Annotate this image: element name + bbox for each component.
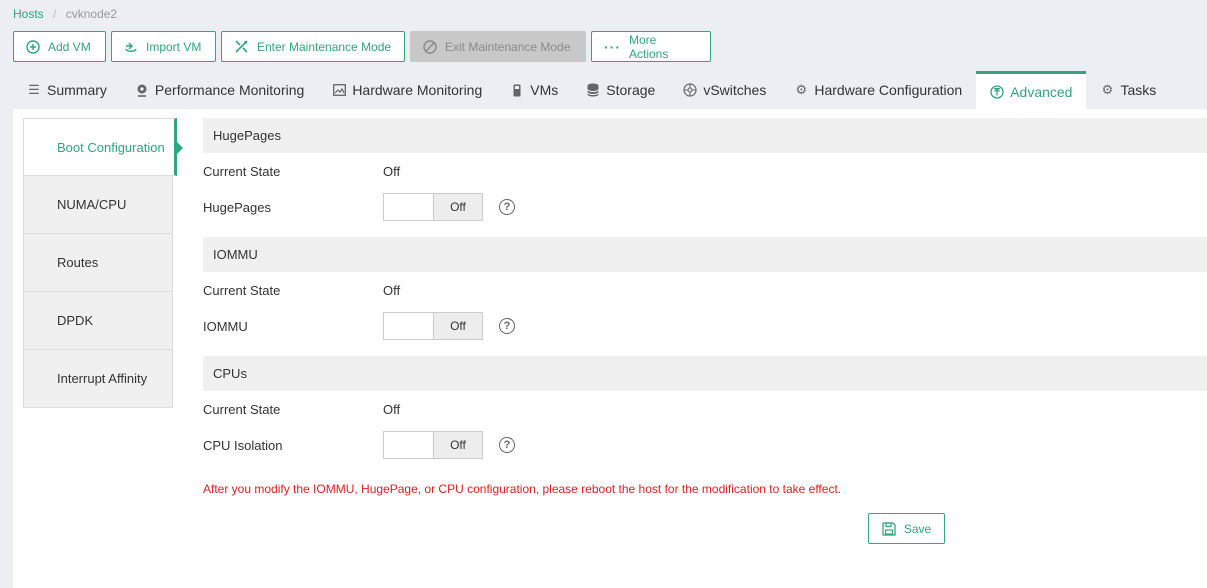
tab-tasks-label: Tasks <box>1120 82 1157 98</box>
reboot-warning-message: After you modify the IOMMU, HugePage, or… <box>203 482 842 496</box>
help-icon[interactable]: ? <box>499 318 515 334</box>
tab-hardware-monitoring[interactable]: Hardware Monitoring <box>318 71 496 109</box>
breadcrumb-hosts-link[interactable]: Hosts <box>13 7 44 21</box>
toolbar: Add VM Import VM Enter Maintenance Mode … <box>13 31 711 62</box>
tab-performance-monitoring[interactable]: Performance Monitoring <box>121 71 318 109</box>
iommu-current-state-row: Current State Off <box>203 272 1207 308</box>
sidenav-boot-configuration[interactable]: Boot Configuration <box>23 118 183 176</box>
plus-circle-icon <box>26 39 40 54</box>
exit-maintenance-label: Exit Maintenance Mode <box>445 39 571 54</box>
save-icon <box>882 521 896 536</box>
sidenav-numa-cpu[interactable]: NUMA/CPU <box>23 176 173 234</box>
sidenav-routes[interactable]: Routes <box>23 234 173 292</box>
tab-vswitches[interactable]: vSwitches <box>669 71 780 109</box>
hugepages-current-state-row: Current State Off <box>203 153 1207 189</box>
iommu-toggle-row: IOMMU Off ? <box>203 308 1207 344</box>
toggle-off-label: Off <box>432 432 482 458</box>
toggle-off-label: Off <box>432 313 482 339</box>
tab-summary[interactable]: ☰ Summary <box>13 71 121 109</box>
ban-icon <box>423 39 437 54</box>
hugepages-toggle[interactable]: Off <box>383 193 483 221</box>
add-vm-label: Add VM <box>48 39 91 54</box>
ellipsis-icon: ··· <box>604 38 621 55</box>
tab-hardware-configuration[interactable]: ⚙ Hardware Configuration <box>780 71 976 109</box>
enter-maintenance-label: Enter Maintenance Mode <box>257 39 392 54</box>
help-icon[interactable]: ? <box>499 437 515 453</box>
exit-maintenance-mode-button[interactable]: Exit Maintenance Mode <box>410 31 586 62</box>
cog-icon: ⚙ <box>1101 82 1114 97</box>
breadcrumb-separator: / <box>53 7 57 21</box>
more-actions-button[interactable]: ··· More Actions <box>591 31 711 62</box>
cpus-current-state-value: Off <box>383 401 401 417</box>
more-actions-label: More Actions <box>629 32 669 61</box>
iommu-toggle[interactable]: Off <box>383 312 483 340</box>
image-icon <box>332 84 346 96</box>
boot-configuration-content: HugePages Current State Off HugePages Of… <box>203 118 1207 463</box>
advanced-panel: Boot Configuration NUMA/CPU Routes DPDK … <box>13 109 1207 588</box>
help-icon[interactable]: ? <box>499 199 515 215</box>
cpus-current-state-label: Current State <box>203 401 281 417</box>
cpu-isolation-toggle-row: CPU Isolation Off ? <box>203 427 1207 463</box>
save-button[interactable]: Save <box>868 513 945 544</box>
iommu-current-state-value: Off <box>383 282 401 298</box>
breadcrumb-current: cvknode2 <box>65 7 118 21</box>
advanced-sidenav: Boot Configuration NUMA/CPU Routes DPDK … <box>23 118 183 408</box>
iommu-section-title: IOMMU <box>203 237 1207 272</box>
tab-summary-label: Summary <box>47 82 107 98</box>
sidenav-interrupt-affinity[interactable]: Interrupt Affinity <box>23 350 173 408</box>
tab-hardware-monitoring-label: Hardware Monitoring <box>352 82 483 98</box>
sidenav-dpdk[interactable]: DPDK <box>23 292 173 350</box>
import-vm-label: Import VM <box>146 39 202 54</box>
hugepages-toggle-row: HugePages Off ? <box>203 189 1207 225</box>
cpu-isolation-toggle[interactable]: Off <box>383 431 483 459</box>
toggle-knob <box>384 194 433 220</box>
device-icon <box>510 84 524 97</box>
gear-icon: ⚙ <box>795 82 808 97</box>
tools-icon <box>234 39 249 54</box>
network-icon <box>683 83 697 97</box>
tab-advanced[interactable]: Advanced <box>976 71 1087 109</box>
cpus-current-state-row: Current State Off <box>203 391 1207 427</box>
iommu-toggle-label: IOMMU <box>203 318 248 334</box>
import-icon <box>124 40 138 54</box>
save-label: Save <box>903 521 932 536</box>
tab-vswitches-label: vSwitches <box>703 82 767 98</box>
tab-vms[interactable]: VMs <box>496 71 572 109</box>
hugepages-section-title: HugePages <box>203 118 1207 153</box>
tab-hardware-configuration-label: Hardware Configuration <box>814 82 963 98</box>
hugepages-current-state-label: Current State <box>203 163 281 179</box>
list-icon: ☰ <box>28 82 40 97</box>
database-icon <box>586 83 600 97</box>
toggle-knob <box>384 432 433 458</box>
enter-maintenance-mode-button[interactable]: Enter Maintenance Mode <box>221 31 405 62</box>
cpu-isolation-toggle-label: CPU Isolation <box>203 437 283 453</box>
tab-vms-label: VMs <box>530 82 559 98</box>
tab-storage[interactable]: Storage <box>572 71 669 109</box>
upload-circle-icon <box>990 84 1004 99</box>
hugepages-toggle-label: HugePages <box>203 199 271 215</box>
import-vm-button[interactable]: Import VM <box>111 31 216 62</box>
tab-storage-label: Storage <box>606 82 656 98</box>
hugepages-current-state-value: Off <box>383 163 401 179</box>
tab-performance-monitoring-label: Performance Monitoring <box>154 82 305 98</box>
toggle-knob <box>384 313 433 339</box>
iommu-current-state-label: Current State <box>203 282 281 298</box>
cpus-section-title: CPUs <box>203 356 1207 391</box>
breadcrumb: Hosts / cvknode2 <box>13 7 117 21</box>
webcam-icon <box>135 84 149 97</box>
tab-tasks[interactable]: ⚙ Tasks <box>1086 71 1170 109</box>
toggle-off-label: Off <box>432 194 482 220</box>
tab-bar: ☰ Summary Performance Monitoring Hardwar… <box>13 71 1207 109</box>
add-vm-button[interactable]: Add VM <box>13 31 106 62</box>
tab-advanced-label: Advanced <box>1010 83 1073 100</box>
